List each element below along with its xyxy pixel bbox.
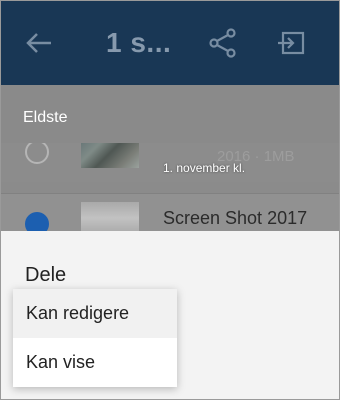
share-sheet: Dele Kan redigere Kan vise bbox=[1, 231, 339, 399]
date-tooltip: 1. november kl. bbox=[163, 161, 246, 175]
app-bar: 1 s... bbox=[1, 1, 339, 85]
app-screen: 1 s... 2016 · 1MB Eldste Screen Shot 201… bbox=[0, 0, 340, 400]
file-list: 2016 · 1MB Eldste Screen Shot 2017 bbox=[1, 85, 339, 256]
menu-item-can-edit[interactable]: Kan redigere bbox=[13, 289, 177, 338]
appbar-overlay bbox=[1, 1, 339, 85]
menu-item-can-view[interactable]: Kan vise bbox=[13, 338, 177, 387]
sheet-title: Dele bbox=[25, 264, 67, 286]
selection-radio[interactable] bbox=[25, 140, 49, 164]
permission-menu: Kan redigere Kan vise bbox=[13, 289, 177, 387]
file-title: Screen Shot 2017 bbox=[163, 208, 308, 228]
sort-label: Eldste bbox=[23, 109, 68, 126]
sort-header[interactable]: Eldste bbox=[1, 85, 339, 143]
